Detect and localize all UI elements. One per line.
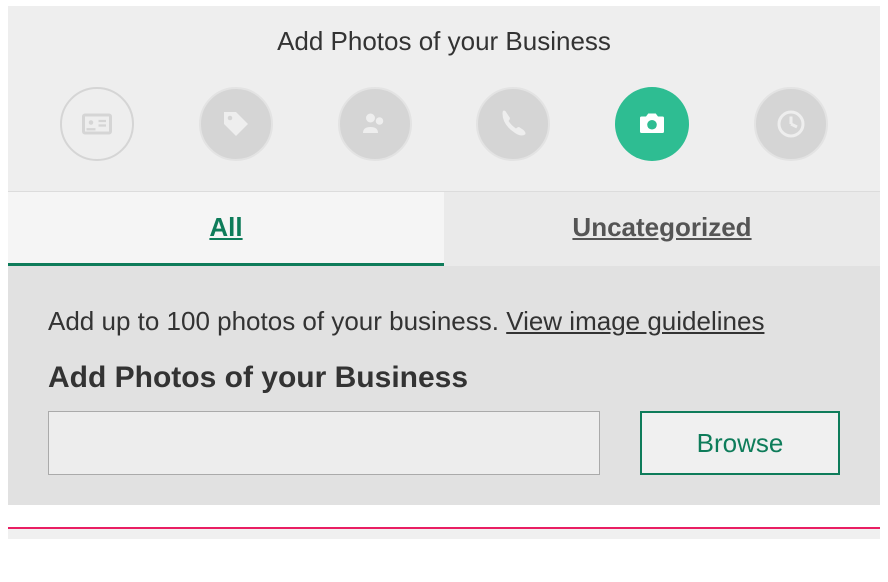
tab-all[interactable]: All xyxy=(8,192,444,266)
upload-row: Browse xyxy=(48,411,840,475)
panel: Add Photos of your Business xyxy=(8,6,880,505)
file-path-input[interactable] xyxy=(48,411,600,475)
section-heading: Add Photos of your Business xyxy=(48,361,840,395)
tag-icon xyxy=(218,106,254,142)
step-people[interactable] xyxy=(338,87,412,161)
content-area: Add up to 100 photos of your business. V… xyxy=(8,266,880,505)
info-prefix: Add up to 100 photos of your business. xyxy=(48,306,506,336)
step-business-info[interactable] xyxy=(60,87,134,161)
footer-bar xyxy=(8,529,880,539)
id-card-icon xyxy=(79,106,115,142)
step-photos[interactable] xyxy=(615,87,689,161)
step-nav xyxy=(8,77,880,191)
step-tags[interactable] xyxy=(199,87,273,161)
info-text: Add up to 100 photos of your business. V… xyxy=(48,306,840,337)
phone-icon xyxy=(495,106,531,142)
step-hours[interactable] xyxy=(754,87,828,161)
camera-icon xyxy=(634,106,670,142)
guidelines-link[interactable]: View image guidelines xyxy=(506,306,764,336)
page-title: Add Photos of your Business xyxy=(8,6,880,77)
browse-button[interactable]: Browse xyxy=(640,411,840,475)
step-phone[interactable] xyxy=(476,87,550,161)
people-icon xyxy=(357,106,393,142)
tabs: All Uncategorized xyxy=(8,191,880,266)
clock-icon xyxy=(773,106,809,142)
tab-uncategorized[interactable]: Uncategorized xyxy=(444,192,880,266)
